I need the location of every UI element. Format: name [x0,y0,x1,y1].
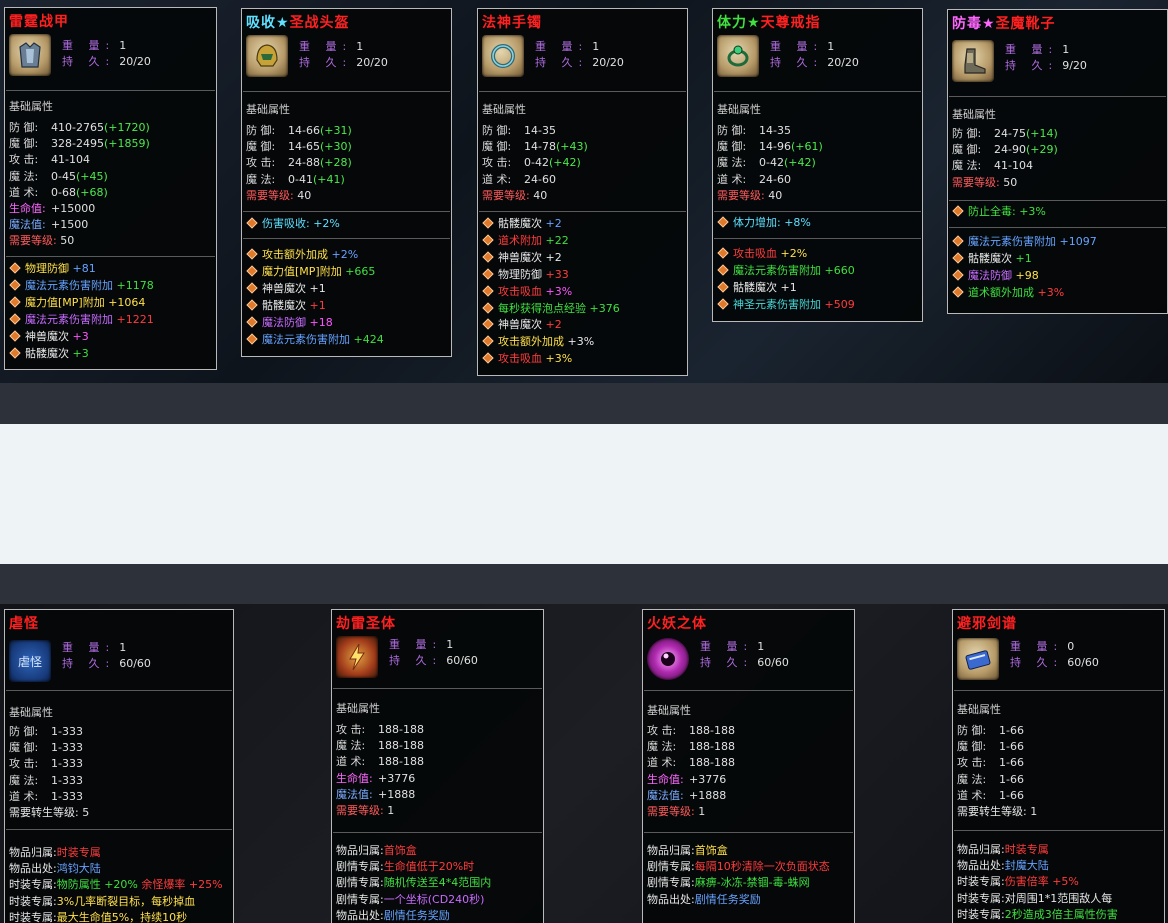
special-attribute: 体力增加: +8% [716,215,811,232]
base-attributes-title: 基础属性 [246,103,290,116]
base-attributes-list: 防 御: 1-333 魔 御: 1-333 攻 击: 1-333 魔 法: 1-333 … [9,725,90,820]
base-attributes-title: 基础属性 [9,100,53,113]
item-basic-info: 重 量: 1 持 久: 20/20 [770,40,859,69]
base-attributes-title: 基础属性 [647,704,691,717]
separator-bar-top [0,383,1168,424]
separator-bar-bottom [0,564,1168,604]
divider [954,690,1163,691]
base-attributes-list: 攻 击: 188-188 魔 法: 188-188 道 术: 188-188 生命值:… [336,723,424,818]
divider [714,238,921,239]
item-title: 吸收★圣战头盔 [246,15,350,31]
item-basic-info: 重 量: 0 持 久: 60/60 [1010,640,1099,669]
divider [479,91,686,92]
base-attributes-list: 防 御: 14-66(+31) 魔 御: 14-65(+30) 攻 击: 24-88(… [246,124,352,202]
fashion-icon: 虐怪 [9,640,51,682]
divider [6,829,232,830]
divider [6,256,215,257]
base-attributes-list: 防 御: 24-75(+14) 魔 御: 24-90(+29) 魔 法: 41-104… [952,127,1058,189]
divider [714,211,921,212]
item-tooltip-bracelet: 法神手镯 重 量: 1 持 久: 20/20 基础属性 防 御: 14-35 魔 御:… [477,8,688,376]
base-attributes-list: 防 御: 14-35 魔 御: 14-96(+61) 魔 法: 0-42(+42) 道… [717,124,823,202]
item-basic-info: 重 量: 1 持 久: 20/20 [299,40,388,69]
divider [243,211,450,212]
extra-attributes-list: 攻击吸血 +2% 魔法元素伤害附加 +660 骷髅魔次 +1 神圣元素伤害附加 … [716,246,855,314]
base-attributes-title: 基础属性 [952,108,996,121]
item-source-info: 物品归属:时装专属 物品出处:鸿钧大陆 时装专属:物防属性 +20% 余怪爆率 … [9,846,223,923]
item-source-info: 物品归属:首饰盒 剧情专属:每隔10秒清除一次负面状态 剧情专属:麻痹-冰冻-禁… [647,844,830,906]
item-title: 火妖之体 [647,616,707,632]
ring-icon [717,35,759,77]
item-title: 体力★天尊戒指 [717,15,821,31]
divider [714,91,921,92]
item-title: 防毒★圣魔靴子 [952,16,1056,32]
divider [6,90,215,91]
item-basic-info: 重 量: 1 持 久: 60/60 [700,640,789,669]
divider [243,238,450,239]
divider [6,690,232,691]
item-basic-info: 重 量: 1 持 久: 60/60 [389,638,478,667]
boots-icon [952,40,994,82]
armor-icon [9,34,51,76]
helmet-icon [246,35,288,77]
item-tooltip-helmet: 吸收★圣战头盔 重 量: 1 持 久: 20/20 基础属性 防 御: 14-66(+… [241,8,452,357]
item-tooltip-huoyao: 火妖之体 重 量: 1 持 久: 60/60 基础属性 攻 击: 188-188 魔 … [642,609,855,923]
divider [644,690,853,691]
extra-attributes-list: 魔法元素伤害附加 +1097 骷髅魔次 +1 魔法防御 +98 道术额外加成 +… [951,234,1097,302]
item-tooltip-fashion-nuegui: 虐怪 虐怪 重 量: 1 持 久: 60/60 基础属性 防 御: 1-333 魔 御… [4,609,234,923]
base-attributes-title: 基础属性 [9,706,53,719]
base-attributes-title: 基础属性 [336,702,380,715]
divider [949,227,1166,228]
item-title: 法神手镯 [482,15,542,31]
special-attribute: 伤害吸收: +2% [245,216,340,233]
base-attributes-list: 防 御: 1-66 魔 御: 1-66 攻 击: 1-66 魔 法: 1-66 道 术:… [957,724,1038,819]
svg-text:虐怪: 虐怪 [18,655,42,669]
divider [479,211,686,212]
item-basic-info: 重 量: 1 持 久: 20/20 [535,40,624,69]
base-attributes-list: 防 御: 410-2765(+1720) 魔 御: 328-2495(+1859) … [9,121,150,248]
item-tooltip-bixie: 避邪剑谱 重 量: 0 持 久: 60/60 基础属性 防 御: 1-66 魔 御: 1… [952,609,1165,923]
divider [949,96,1166,97]
extra-attributes-list: 攻击额外加成 +2% 魔力值[MP]附加 +665 神兽魔次 +1 骷髅魔次 +… [245,247,384,348]
special-attribute: 防止全毒: +3% [951,204,1046,221]
base-attributes-list: 防 御: 14-35 魔 御: 14-78(+43) 攻 击: 0-42(+42) 道… [482,124,588,202]
item-source-info: 物品归属:首饰盒 剧情专属:生命值低于20%时 剧情专属:随机传送至4*4范围内… [336,844,492,922]
item-basic-info: 重 量: 1 持 久: 60/60 [62,641,151,670]
divider [333,688,542,689]
item-title: 虐怪 [9,616,39,632]
bracelet-icon [482,35,524,77]
item-tooltip-boots: 防毒★圣魔靴子 重 量: 1 持 久: 9/20 基础属性 防 御: 24-75(+1… [947,9,1168,314]
item-source-info: 物品归属:时装专属 物品出处:封魔大陆 时装专属:伤害倍率 +5% 时装专属:对… [957,843,1118,921]
divider [954,830,1163,831]
item-tooltip-armor: 雷霆战甲 重 量: 1 持 久: 20/20 基础属性 防 御: 410-2765(+… [4,7,217,370]
divider [644,832,853,833]
item-tooltip-jielei: 劫雷圣体 重 量: 1 持 久: 60/60 基础属性 攻 击: 188-188 魔 … [331,609,544,923]
lightning-body-icon [336,636,378,678]
base-attributes-list: 攻 击: 188-188 魔 法: 188-188 道 术: 188-188 生命值:… [647,724,735,819]
item-basic-info: 重 量: 1 持 久: 20/20 [62,39,151,68]
base-attributes-title: 基础属性 [717,103,761,116]
base-attributes-title: 基础属性 [482,103,526,116]
divider [243,91,450,92]
blank-gap-area [0,424,1168,564]
sword-manual-icon [957,638,999,680]
extra-attributes-list: 骷髅魔次 +2 道术附加 +22 神兽魔次 +2 物理防御 +33 攻击吸血 +… [481,216,620,368]
item-tooltip-ring: 体力★天尊戒指 重 量: 1 持 久: 20/20 基础属性 防 御: 14-35 魔… [712,8,923,322]
item-title: 雷霆战甲 [9,14,69,30]
extra-attributes-list: 物理防御 +81 魔法元素伤害附加 +1178 魔力值[MP]附加 +1064 … [8,261,154,362]
item-title: 避邪剑谱 [957,616,1017,632]
fire-demon-orb-icon [647,638,689,680]
divider [949,200,1166,201]
base-attributes-title: 基础属性 [957,703,1001,716]
item-basic-info: 重 量: 1 持 久: 9/20 [1005,43,1087,72]
item-title: 劫雷圣体 [336,616,396,632]
divider [333,832,542,833]
